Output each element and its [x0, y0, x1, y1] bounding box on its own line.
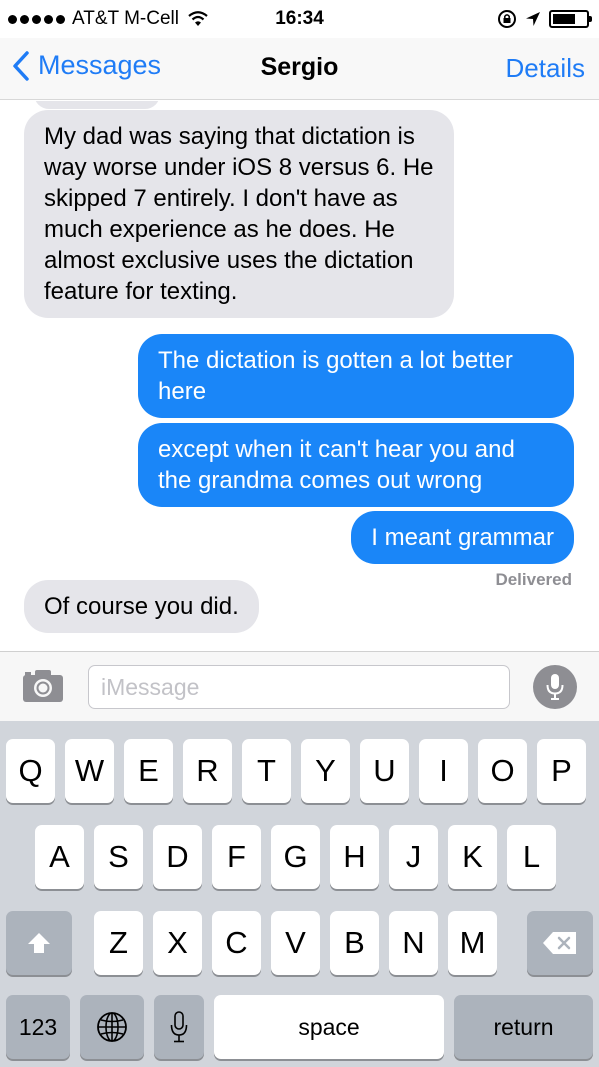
message-input[interactable] — [88, 665, 510, 709]
shift-key[interactable] — [6, 911, 72, 975]
key-a[interactable]: A — [35, 825, 84, 889]
key-b[interactable]: B — [330, 911, 379, 975]
key-s[interactable]: S — [94, 825, 143, 889]
shift-arrow-icon — [28, 933, 50, 953]
message-bubble-outgoing[interactable]: except when it can't hear you and the gr… — [138, 423, 574, 507]
previous-message-bubble — [34, 101, 160, 109]
delete-key[interactable] — [527, 911, 593, 975]
key-h[interactable]: H — [330, 825, 379, 889]
key-w[interactable]: W — [65, 739, 114, 803]
globe-key[interactable] — [80, 995, 144, 1059]
key-x[interactable]: X — [153, 911, 202, 975]
key-l[interactable]: L — [507, 825, 556, 889]
message-text: except when it can't hear you and the gr… — [158, 436, 515, 494]
key-e[interactable]: E — [124, 739, 173, 803]
microphone-icon — [170, 1011, 188, 1043]
dictation-key[interactable] — [154, 995, 204, 1059]
key-j[interactable]: J — [389, 825, 438, 889]
key-c[interactable]: C — [212, 911, 261, 975]
dictation-button[interactable] — [533, 665, 577, 709]
message-text: The dictation is gotten a lot better her… — [158, 347, 513, 405]
message-text: My dad was saying that dictation is way … — [44, 123, 434, 305]
battery-icon — [549, 10, 592, 28]
return-key[interactable]: return — [454, 995, 593, 1059]
key-k[interactable]: K — [448, 825, 497, 889]
space-key[interactable]: space — [214, 995, 444, 1059]
key-n[interactable]: N — [389, 911, 438, 975]
delivered-status: Delivered — [495, 570, 572, 589]
backspace-icon — [543, 932, 576, 954]
compose-bar — [0, 651, 599, 721]
details-button[interactable]: Details — [506, 53, 585, 84]
location-icon — [526, 12, 540, 26]
status-right-icons — [497, 9, 592, 29]
key-y[interactable]: Y — [301, 739, 350, 803]
key-d[interactable]: D — [153, 825, 202, 889]
status-bar: AT&T M-Cell 16:34 — [0, 0, 599, 38]
key-z[interactable]: Z — [94, 911, 143, 975]
key-o[interactable]: O — [478, 739, 527, 803]
key-f[interactable]: F — [212, 825, 261, 889]
key-q[interactable]: Q — [6, 739, 55, 803]
key-m[interactable]: M — [448, 911, 497, 975]
globe-icon — [97, 1012, 127, 1042]
key-v[interactable]: V — [271, 911, 320, 975]
message-text: Of course you did. — [44, 593, 239, 620]
message-bubble-outgoing[interactable]: The dictation is gotten a lot better her… — [138, 334, 574, 418]
key-r[interactable]: R — [183, 739, 232, 803]
nav-bar: Messages Sergio Details — [0, 38, 599, 100]
message-bubble-incoming[interactable]: Of course you did. — [24, 580, 259, 633]
keyboard: Q W E R T Y U I O P A S D F G H J K L Z … — [0, 721, 599, 1067]
key-u[interactable]: U — [360, 739, 409, 803]
message-bubble-outgoing[interactable]: I meant grammar — [351, 511, 574, 564]
message-bubble-incoming[interactable]: My dad was saying that dictation is way … — [24, 110, 454, 318]
key-p[interactable]: P — [537, 739, 586, 803]
key-t[interactable]: T — [242, 739, 291, 803]
key-g[interactable]: G — [271, 825, 320, 889]
key-i[interactable]: I — [419, 739, 468, 803]
numbers-key[interactable]: 123 — [6, 995, 70, 1059]
camera-icon[interactable] — [22, 669, 64, 703]
rotation-lock-icon — [498, 10, 516, 28]
microphone-icon — [546, 674, 564, 700]
message-text: I meant grammar — [371, 524, 554, 551]
message-thread[interactable]: My dad was saying that dictation is way … — [0, 101, 599, 651]
